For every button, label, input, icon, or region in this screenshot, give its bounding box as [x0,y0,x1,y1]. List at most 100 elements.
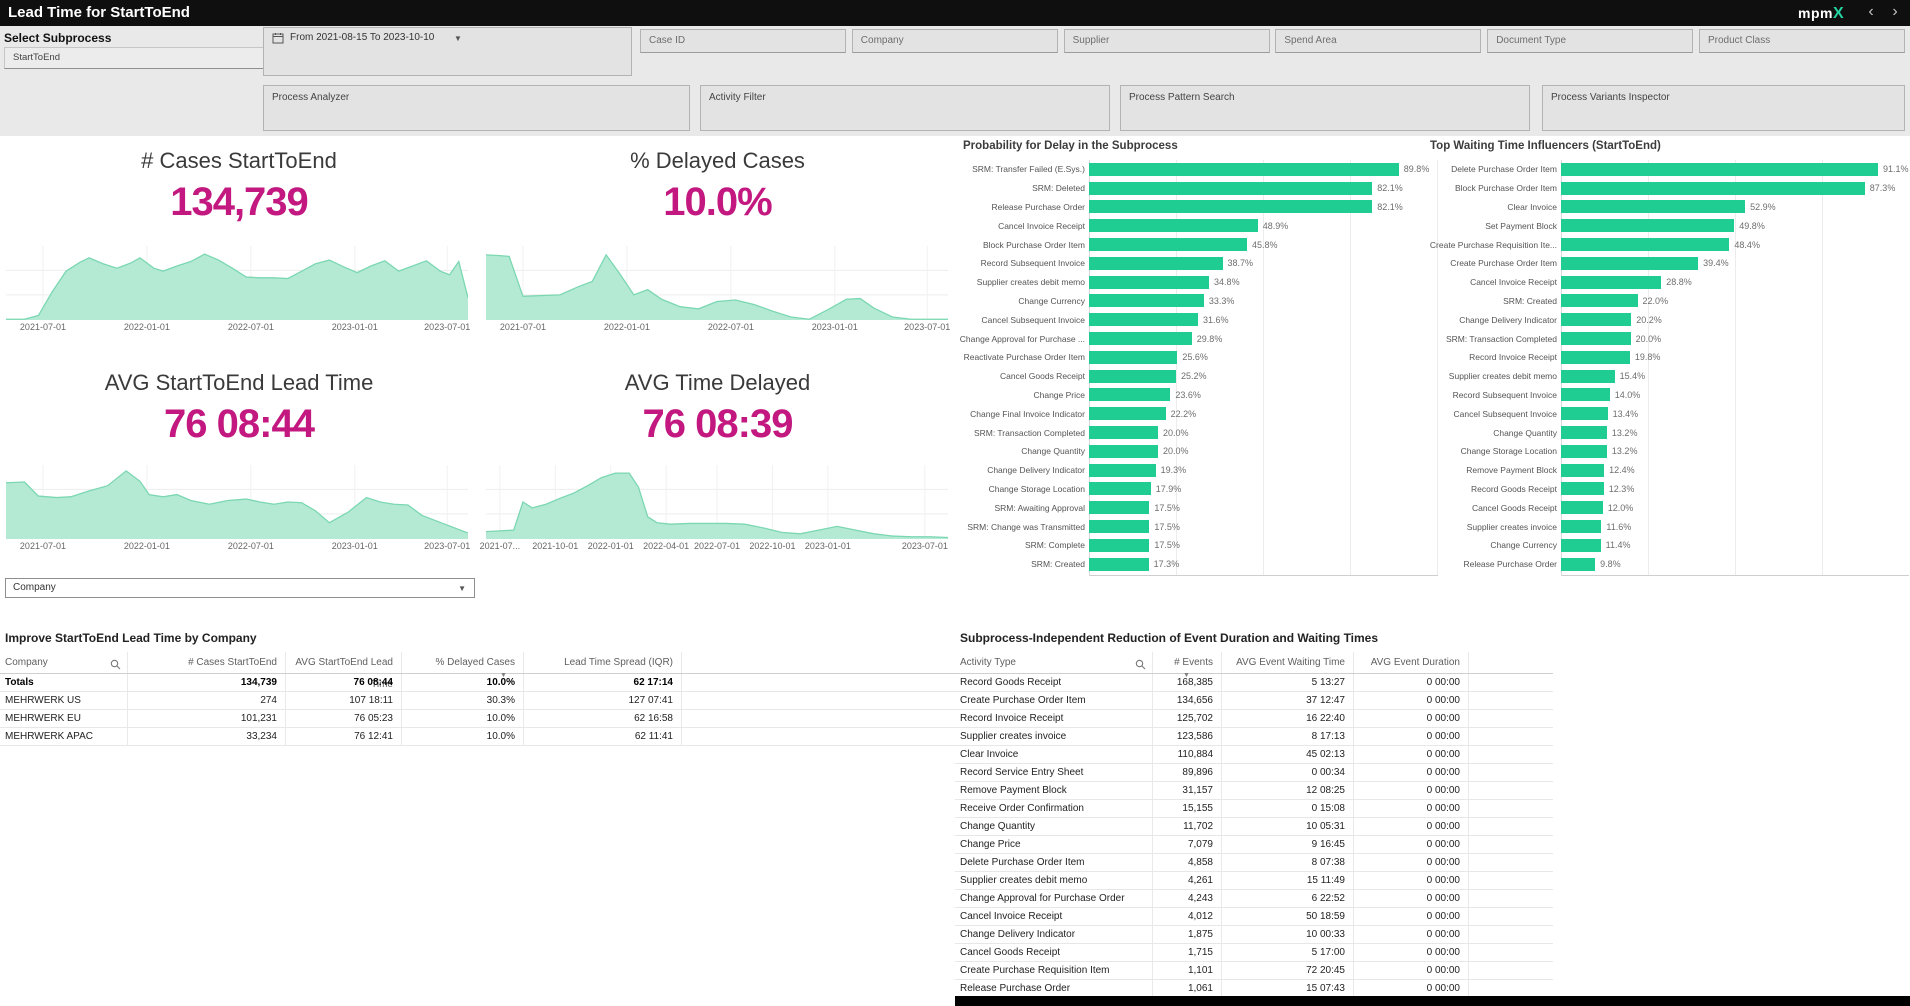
page-title: Lead Time for StartToEnd [8,4,190,21]
bar[interactable] [1089,238,1247,252]
table-row[interactable]: Totals 134,739 76 08:44 10.0% 62 17:14 [0,674,955,692]
bar[interactable] [1089,350,1178,364]
bar[interactable] [1089,219,1258,233]
company-dropdown[interactable]: Company ▼ [5,578,475,598]
bar[interactable] [1089,501,1150,515]
table-row[interactable]: Change Price 7,079 9 16:45 0 00:00 [955,836,1553,854]
bar[interactable] [1561,181,1865,195]
table-cell: 0 00:00 [1354,746,1469,763]
table-cell: 10.0% [402,728,524,745]
table-row[interactable]: Supplier creates debit memo 4,261 15 11:49… [955,872,1553,890]
bar[interactable] [1089,294,1204,308]
bar[interactable] [1561,482,1604,496]
bar[interactable] [1561,219,1735,233]
bar[interactable] [1561,294,1638,308]
bar[interactable] [1561,407,1608,421]
bar[interactable] [1089,162,1399,176]
bar[interactable] [1089,444,1158,458]
bar[interactable] [1561,501,1603,515]
table-row[interactable]: Supplier creates invoice 123,586 8 17:13 0 … [955,728,1553,746]
table-row[interactable]: Delete Purchase Order Item 4,858 8 07:38 0 … [955,854,1553,872]
filter-input-company[interactable]: Company [851,29,1058,53]
bar[interactable] [1561,275,1662,289]
table-row[interactable]: MEHRWERK EU 101,231 76 05:23 10.0% 62 16:58 [0,710,955,728]
bar[interactable] [1089,275,1210,289]
column-header[interactable]: % Delayed Cases [402,652,524,673]
bar[interactable] [1561,388,1610,402]
column-header[interactable]: Company [0,652,128,673]
bar[interactable] [1089,426,1158,440]
bar[interactable] [1561,520,1602,534]
bar-row: Cancel Goods Receipt 25.2% [955,367,1420,386]
table-row[interactable]: Clear Invoice 110,884 45 02:13 0 00:00 [955,746,1553,764]
search-icon[interactable] [110,657,121,673]
bar[interactable] [1561,256,1699,270]
bar[interactable] [1561,313,1632,327]
bar[interactable] [1561,162,1879,176]
bar[interactable] [1089,520,1150,534]
filter-input-case-id[interactable]: Case ID [640,29,846,53]
tool-process-variants-inspector[interactable]: Process Variants Inspector [1542,85,1905,131]
table-row[interactable]: MEHRWERK US 274 107 18:11 30.3% 127 07:41 [0,692,955,710]
table-row[interactable]: Receive Order Confirmation 15,155 0 15:08 0… [955,800,1553,818]
column-header[interactable]: Lead Time Spread (IQR) [524,652,682,673]
table-cell: 0 00:00 [1354,710,1469,727]
table-row[interactable]: Create Purchase Requisition Item 1,101 72 … [955,962,1553,980]
bar[interactable] [1089,332,1192,346]
table-row[interactable]: Change Quantity 11,702 10 05:31 0 00:00 [955,818,1553,836]
bar[interactable] [1561,426,1607,440]
table-row[interactable]: Record Goods Receipt 168,385 5 13:27 0 00:0… [955,674,1553,692]
table-row[interactable]: Remove Payment Block 31,157 12 08:25 0 00:0… [955,782,1553,800]
bar[interactable] [1089,482,1151,496]
bar[interactable] [1561,350,1630,364]
column-header[interactable]: AVG Event Duration [1354,652,1469,673]
table-row[interactable]: Change Approval for Purchase Order 4,243 6… [955,890,1553,908]
bar[interactable] [1561,369,1615,383]
filter-input-spend-area[interactable]: Spend Area [1275,29,1482,53]
sort-desc-icon[interactable]: ▼ [500,672,507,679]
table-cell-filler [1469,926,1553,943]
table-row[interactable]: Create Purchase Order Item 134,656 37 12:4… [955,692,1553,710]
bar[interactable] [1089,407,1166,421]
bar[interactable] [1089,369,1176,383]
tool-activity-filter[interactable]: Activity Filter [700,85,1110,131]
bar[interactable] [1089,313,1199,327]
column-header[interactable]: Activity Type [955,652,1153,673]
tool-process-pattern-search[interactable]: Process Pattern Search [1120,85,1530,131]
bar[interactable] [1089,538,1150,552]
bar[interactable] [1089,200,1373,214]
table-cell-filler [1469,800,1553,817]
search-icon[interactable] [1135,657,1146,673]
column-header[interactable]: # Cases StartToEnd [128,652,286,673]
bar[interactable] [1089,557,1149,571]
table-row[interactable]: Cancel Goods Receipt 1,715 5 17:00 0 00:00 [955,944,1553,962]
bar[interactable] [1089,181,1373,195]
bar[interactable] [1089,463,1156,477]
bar[interactable] [1089,388,1171,402]
table-row[interactable]: Record Service Entry Sheet 89,896 0 00:34 0… [955,764,1553,782]
bar[interactable] [1089,256,1223,270]
bar[interactable] [1561,463,1605,477]
sort-desc-icon[interactable]: ▼ [1183,672,1190,679]
bar[interactable] [1561,557,1596,571]
table-cell: 0 00:00 [1354,908,1469,925]
chevron-left-icon[interactable]: ‹ [1860,0,1882,26]
filter-input-product-class[interactable]: Product Class [1699,29,1905,53]
chevron-right-icon[interactable]: › [1884,0,1906,26]
table-row[interactable]: Cancel Invoice Receipt 4,012 50 18:59 0 00:… [955,908,1553,926]
column-header[interactable]: AVG Event Waiting Time [1222,652,1354,673]
filter-input-document-type[interactable]: Document Type [1487,29,1694,53]
bar[interactable] [1561,444,1607,458]
bar[interactable] [1561,200,1746,214]
bar[interactable] [1561,332,1631,346]
table-row[interactable]: Record Invoice Receipt 125,702 16 22:40 0 0… [955,710,1553,728]
column-header[interactable]: # Events [1153,652,1222,673]
table-row[interactable]: Change Delivery Indicator 1,875 10 00:33 0 … [955,926,1553,944]
date-range-filter[interactable]: From 2021-08-15 To 2023-10-10 ▼ [263,27,632,76]
tool-process-analyzer[interactable]: Process Analyzer [263,85,690,131]
table-row[interactable]: MEHRWERK APAC 33,234 76 12:41 10.0% 62 11:41 [0,728,955,746]
column-header[interactable]: AVG StartToEnd Lead Time [286,652,402,690]
bar[interactable] [1561,238,1730,252]
bar[interactable] [1561,538,1601,552]
filter-input-supplier[interactable]: Supplier [1063,29,1270,53]
